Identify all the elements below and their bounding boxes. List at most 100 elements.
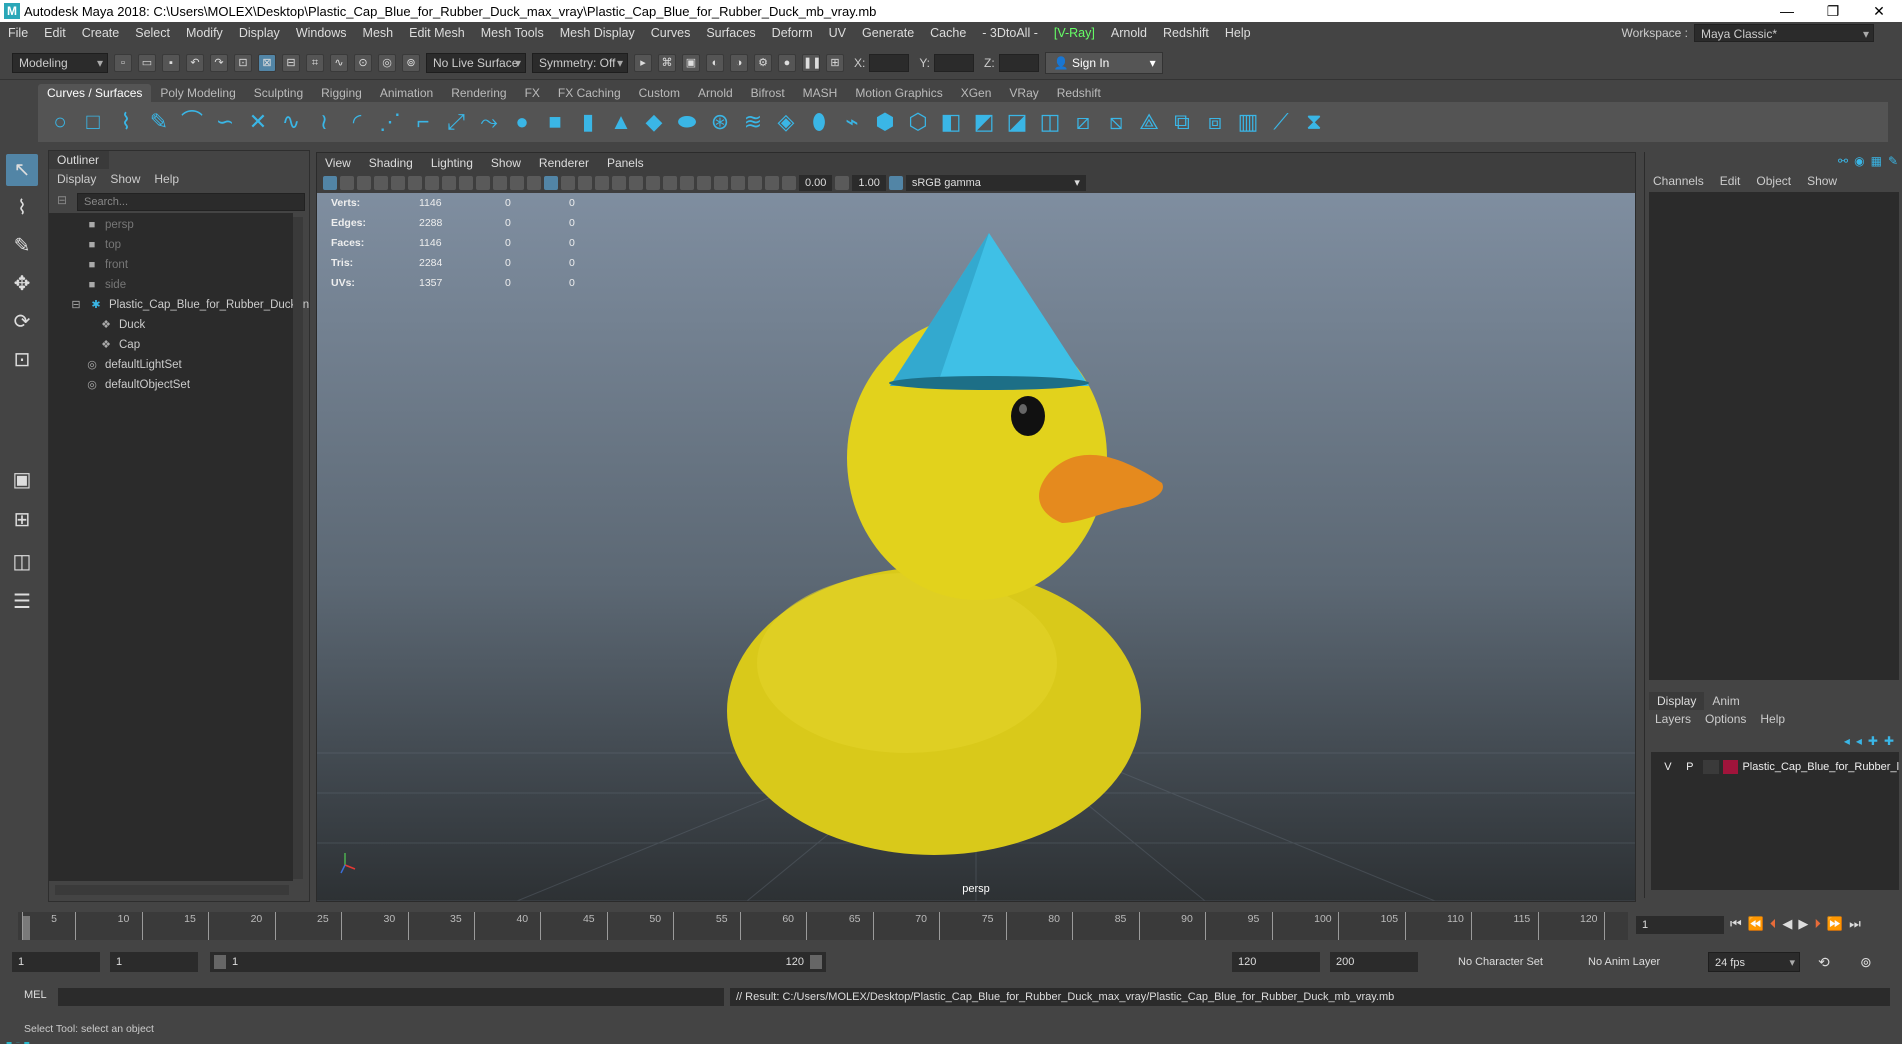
outliner-menu-help[interactable]: Help [154,169,179,189]
shelf-tab-arnold[interactable]: Arnold [689,84,742,102]
nurbs-cube-icon[interactable]: ■ [541,108,569,136]
textured-icon[interactable] [595,176,609,190]
range-end-handle[interactable] [810,955,822,969]
shelf-tab-poly-modeling[interactable]: Poly Modeling [151,84,244,102]
menu-select[interactable]: Select [127,26,178,40]
redo-icon[interactable]: ↷ [210,53,228,72]
outliner-search-input[interactable]: Search... [77,193,305,211]
input-ops-icon[interactable]: ▸ [634,53,652,72]
safe-action-icon[interactable] [493,176,507,190]
list-item[interactable]: ◎ defaultObjectSet [85,375,190,395]
shelf-tab-fx[interactable]: FX [516,84,549,102]
bookmark-icon[interactable] [357,176,371,190]
menu-curves[interactable]: Curves [643,26,699,40]
layer-display-type[interactable] [1702,760,1719,774]
open-close-icon[interactable]: ⧈ [1201,108,1229,136]
arc-icon[interactable]: ◜ [343,108,371,136]
square-surface-icon[interactable]: ⬡ [904,108,932,136]
shelf-tab-rendering[interactable]: Rendering [442,84,515,102]
viewport-menu-show[interactable]: Show [491,153,521,173]
scene-end-field[interactable]: 200 [1330,952,1418,972]
play-forwards-icon[interactable]: ▶ [1798,916,1808,932]
shelf-tab-fx-caching[interactable]: FX Caching [549,84,630,102]
shelf-tab-xgen[interactable]: XGen [952,84,1001,102]
step-forward-key-icon[interactable]: ⏩ [1827,916,1843,932]
snap-view-icon[interactable]: ◎ [378,53,396,72]
layer-color-swatch[interactable] [1722,760,1739,774]
gamma-icon[interactable] [835,176,850,190]
select-object-icon[interactable]: ⊠ [258,53,276,72]
viewport-menu-lighting[interactable]: Lighting [431,153,473,173]
color-management-icon[interactable] [888,176,903,190]
pause-icon[interactable]: ❚❚ [802,53,821,72]
extrude-icon[interactable]: ⬮ [805,108,833,136]
depth-of-field-icon[interactable] [697,176,711,190]
grid-toggle-icon[interactable] [408,176,422,190]
ipr-render-icon[interactable]: ◑ [730,53,748,72]
viewport-menu-shading[interactable]: Shading [369,153,413,173]
rebuild-surface-icon[interactable]: ⧗ [1300,108,1328,136]
shelf-handle[interactable] [18,82,28,140]
new-scene-icon[interactable]: ▫ [114,53,132,72]
character-set-dropdown[interactable]: No Character Set [1440,952,1560,972]
nurbs-square-icon[interactable]: □ [79,108,107,136]
auto-key-icon[interactable]: ⊚ [1860,954,1872,971]
outliner-menu-display[interactable]: Display [57,169,96,189]
modeling-toolkit-icon[interactable]: ▦ [1871,154,1882,168]
curve-fillet-icon[interactable]: ⌐ [409,108,437,136]
menu-modify[interactable]: Modify [178,26,231,40]
boundary-icon[interactable]: ⬢ [871,108,899,136]
anti-aliasing-icon[interactable] [680,176,694,190]
move-tool-icon[interactable]: ✥ [6,268,38,300]
menu-mesh[interactable]: Mesh [355,26,402,40]
paint-select-tool-icon[interactable]: ✎ [6,230,38,262]
menu-uv[interactable]: UV [821,26,854,40]
outliner-vertical-scrollbar[interactable] [293,217,303,879]
shelf-tab-vray[interactable]: VRay [1000,84,1047,102]
shelf-tab-bifrost[interactable]: Bifrost [742,84,794,102]
snap-curve-icon[interactable]: ∿ [330,53,348,72]
channel-box-menu-object[interactable]: Object [1756,174,1791,188]
playback-end-field[interactable]: 120 [1232,952,1320,972]
live-surface-field[interactable]: No Live Surface [426,52,526,73]
create-empty-layer-icon[interactable]: ✚ [1868,734,1878,748]
lock-camera-icon[interactable] [391,176,405,190]
select-tool-icon[interactable]: ↖ [6,154,38,186]
layer-row[interactable]: V P Plastic_Cap_Blue_for_Rubber_l [1651,758,1899,776]
step-forward-frame-icon[interactable]: ⏵ [1814,916,1821,932]
list-item[interactable]: ⊟ ✱ Plastic_Cap_Blue_for_Rubber_Duck_n [69,295,309,315]
project-curve-icon[interactable]: ◩ [970,108,998,136]
bezier-curve-icon[interactable]: ∽ [211,108,239,136]
menu-generate[interactable]: Generate [854,26,922,40]
current-frame-field[interactable]: 1 [1636,916,1724,934]
hypershade-icon[interactable]: ● [778,53,796,72]
fps-dropdown[interactable]: 24 fps [1708,952,1800,973]
revolve-icon[interactable]: ⊛ [706,108,734,136]
menu-edit-mesh[interactable]: Edit Mesh [401,26,473,40]
step-back-key-icon[interactable]: ⏪ [1748,916,1764,932]
attach-surface-icon[interactable]: ⧅ [1102,108,1130,136]
undo-icon[interactable]: ↶ [186,53,204,72]
shelf-tab-sculpting[interactable]: Sculpting [245,84,312,102]
wireframe-icon[interactable] [527,176,541,190]
filter-icon[interactable]: ⊟ [57,193,67,207]
curve-intersect-icon[interactable]: ✕ [244,108,272,136]
render-frame-icon[interactable]: ◐ [706,53,724,72]
render-view-icon[interactable]: ▣ [682,53,700,72]
save-scene-icon[interactable]: ▪ [162,53,180,72]
step-back-frame-icon[interactable]: ⏴ [1770,916,1777,932]
list-item[interactable]: ■ top [85,235,121,255]
select-component-icon[interactable]: ⊟ [282,53,300,72]
menu-display[interactable]: Display [231,26,288,40]
menu-cache[interactable]: Cache [922,26,974,40]
wireframe-on-shaded-icon[interactable] [578,176,592,190]
snap-point-icon[interactable]: ⊙ [354,53,372,72]
sculpt-geometry-icon[interactable]: ⟋ [1267,108,1295,136]
curve-offset-icon[interactable]: ⋰ [376,108,404,136]
loop-icon[interactable]: ⟲ [1818,954,1830,971]
layer-tab-anim[interactable]: Anim [1704,692,1747,710]
shadows-icon[interactable] [629,176,643,190]
current-time-indicator[interactable] [22,916,30,940]
menu-mesh-display[interactable]: Mesh Display [552,26,643,40]
trim-tool-icon[interactable]: ◫ [1036,108,1064,136]
